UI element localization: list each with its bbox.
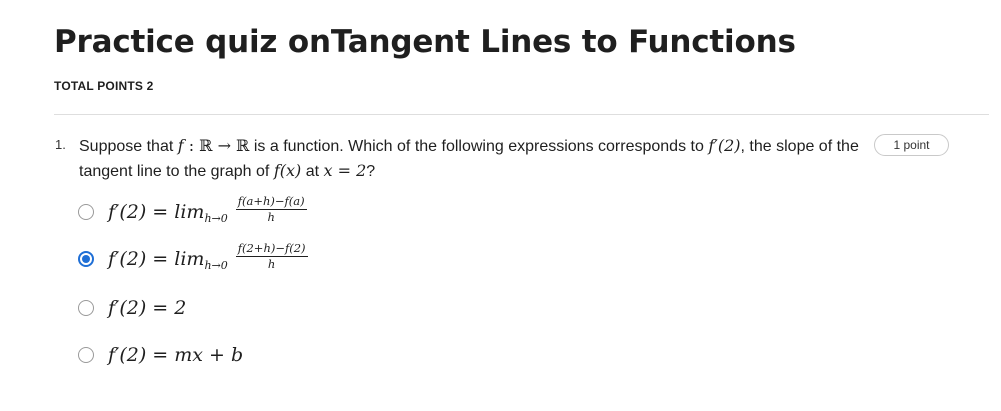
option-lhs: f′(2) = lim	[108, 248, 205, 270]
math-colon: :	[183, 136, 200, 155]
total-points-label: TOTAL POINTS 2	[54, 79, 154, 93]
answer-option-4[interactable]: f′(2) = mx + b	[78, 340, 243, 370]
question-number: 1.	[55, 137, 66, 152]
fraction: f(a+h)−f(a) h	[235, 193, 307, 224]
math-arrow: →	[212, 136, 237, 155]
math-reals-codomain: ℝ	[236, 136, 250, 155]
question-text-part: ?	[366, 163, 376, 180]
option-lhs: f′(2) = lim	[108, 201, 205, 223]
fraction-numerator: f(a+h)−f(a)	[235, 193, 307, 210]
radio-button[interactable]	[78, 204, 94, 220]
math-x-equals-2: x = 2	[323, 161, 367, 180]
fraction-denominator: h	[267, 209, 275, 224]
option-expression: f′(2) = 2	[108, 297, 187, 319]
answer-option-3[interactable]: f′(2) = 2	[78, 293, 186, 323]
option-expression: f′(2) = lim h→0 f(2+h)−f(2) h	[108, 240, 308, 274]
answer-option-2[interactable]: f′(2) = lim h→0 f(2+h)−f(2) h	[78, 240, 308, 274]
radio-button[interactable]	[78, 300, 94, 316]
fraction-denominator: h	[267, 256, 276, 271]
limit-subscript: h→0	[204, 211, 228, 225]
question-text: Suppose that f : ℝ → ℝ is a function. Wh…	[79, 134, 874, 184]
question-text-part: at	[301, 163, 324, 180]
fraction: f(2+h)−f(2) h	[235, 240, 308, 271]
math-f-of-x: f(x)	[273, 161, 302, 180]
radio-button-selected[interactable]	[78, 251, 94, 267]
question-text-part: Suppose that	[79, 138, 178, 155]
question-text-part: is a function. Which of the following ex…	[249, 138, 709, 155]
option-expression: f′(2) = lim h→0 f(a+h)−f(a) h	[108, 193, 307, 227]
option-expression: f′(2) = mx + b	[108, 344, 244, 366]
answer-option-1[interactable]: f′(2) = lim h→0 f(a+h)−f(a) h	[78, 193, 307, 227]
fraction-numerator: f(2+h)−f(2)	[235, 240, 308, 257]
radio-button[interactable]	[78, 347, 94, 363]
limit-subscript: h→0	[204, 258, 228, 272]
math-fprime-2: f′(2)	[708, 136, 741, 155]
divider	[54, 114, 989, 115]
math-reals-domain: ℝ	[199, 136, 213, 155]
points-badge: 1 point	[874, 134, 949, 156]
page-title: Practice quiz onTangent Lines to Functio…	[54, 24, 796, 60]
